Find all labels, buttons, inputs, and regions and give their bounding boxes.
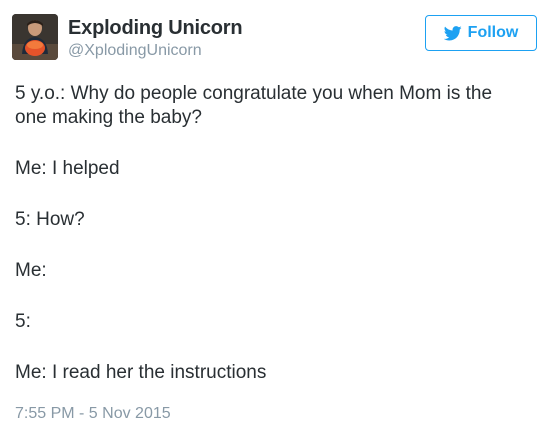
follow-button-label: Follow bbox=[467, 24, 519, 41]
tweet-timestamp[interactable]: 7:55 PM - 5 Nov 2015 bbox=[15, 404, 171, 424]
tweet-paragraph: Me: bbox=[15, 260, 47, 281]
twitter-bird-icon bbox=[443, 25, 462, 41]
author-info: Exploding Unicorn @XplodingUnicorn bbox=[68, 16, 243, 62]
tweet-paragraph: Me: I read her the instructions bbox=[15, 362, 267, 383]
profile-photo bbox=[12, 14, 58, 60]
follow-button[interactable]: Follow bbox=[425, 15, 537, 51]
tweet-text: 5 y.o.: Why do people congratulate you w… bbox=[15, 82, 525, 385]
author-handle[interactable]: @XplodingUnicorn bbox=[68, 40, 242, 62]
author-display-name[interactable]: Exploding Unicorn bbox=[68, 16, 243, 40]
tweet-paragraph: Me: I helped bbox=[15, 158, 120, 179]
avatar[interactable] bbox=[12, 14, 58, 60]
tweet-paragraph: 5: How? bbox=[15, 209, 85, 230]
tweet-paragraph: 5 y.o.: Why do people congratulate you w… bbox=[15, 83, 493, 128]
tweet-paragraph: 5: bbox=[15, 311, 31, 332]
